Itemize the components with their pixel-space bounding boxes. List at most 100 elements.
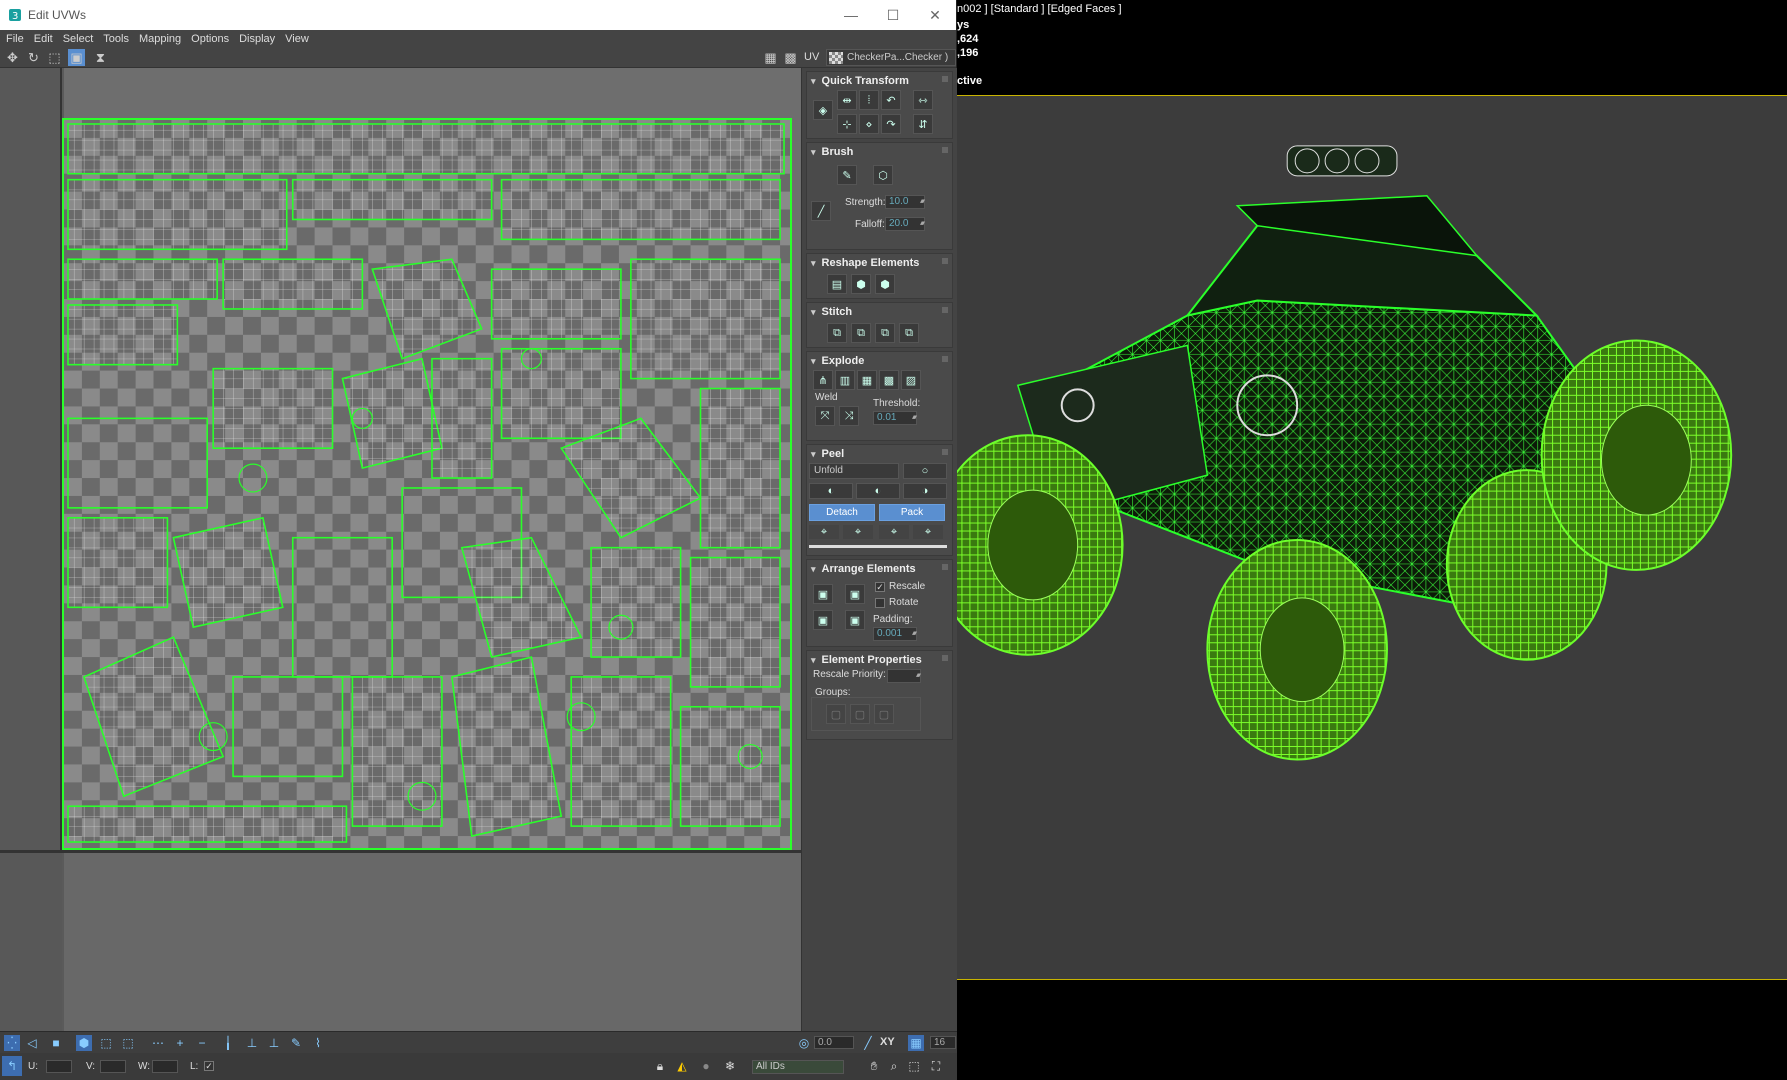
edge-select-icon[interactable]: ◁ (24, 1035, 40, 1051)
menu-edit[interactable]: Edit (34, 33, 53, 45)
move-icon[interactable]: ✥ (4, 49, 21, 66)
menu-file[interactable]: File (6, 33, 24, 45)
quick-peel-icon[interactable]: ◐ (809, 483, 853, 499)
pin-tool-icon[interactable]: ⌖ (809, 525, 839, 539)
polygon-select-icon[interactable]: ■ (48, 1035, 64, 1051)
rotate-icon[interactable]: ↻ (25, 49, 42, 66)
peel-options-icon[interactable]: ○ (903, 463, 947, 479)
ids-dropdown[interactable]: All IDs (752, 1060, 844, 1074)
transform-type-icon[interactable]: ↰ (2, 1056, 22, 1076)
space-vertical-icon[interactable]: ⇵ (913, 114, 933, 134)
reset-peel-icon[interactable]: ◑ (903, 483, 947, 499)
lock-icon[interactable]: 🔒︎ (652, 1058, 668, 1074)
stitch-custom-icon[interactable]: ⧉ (827, 323, 847, 343)
zoom-region-icon[interactable]: ⬚ (906, 1058, 922, 1074)
relax-icon[interactable]: ⬢ (851, 274, 871, 294)
element-select-icon[interactable]: ⬢ (76, 1035, 92, 1051)
weld-selected-icon[interactable]: ⤧ (815, 406, 835, 426)
break-icon[interactable]: ⋔ (813, 370, 833, 390)
pack-normalize-icon[interactable]: ▣ (813, 584, 833, 604)
rotate-checkbox[interactable] (875, 598, 885, 608)
menu-display[interactable]: Display (239, 33, 275, 45)
grid-icon[interactable]: ▦ (908, 1035, 924, 1051)
rescale-elements-icon[interactable]: ▣ (845, 610, 865, 630)
threshold-spinner[interactable]: 0.01 (873, 411, 917, 425)
falloff-spinner[interactable]: 20.0 (885, 217, 925, 231)
paint-move-icon[interactable]: ✎ (837, 165, 857, 185)
rollout-header[interactable]: Brush (807, 143, 952, 161)
rollout-header[interactable]: Stitch (807, 303, 952, 321)
uv-map-canvas[interactable] (62, 118, 792, 850)
rollout-header[interactable]: Explode (807, 352, 952, 370)
maximize-button[interactable]: ☐ (872, 0, 914, 30)
xy-label[interactable]: XY (880, 1036, 895, 1048)
freeze-icon[interactable]: ❄ (722, 1058, 738, 1074)
pack-button[interactable]: Pack (879, 504, 945, 521)
viewport-label[interactable]: n002 ] [Standard ] [Edged Faces ] (957, 3, 1122, 15)
peel-mode-icon[interactable]: ◐ (856, 483, 900, 499)
menu-view[interactable]: View (285, 33, 309, 45)
v-field[interactable] (100, 1060, 126, 1073)
auto-pin-icon[interactable]: ⌖ (879, 525, 909, 539)
zoom-extents-icon[interactable]: ⛶ (928, 1058, 944, 1074)
title-bar[interactable]: 3 Edit UVWs — ☐ ✕ (0, 0, 956, 30)
texture-toggle-icon[interactable]: ▩ (782, 49, 799, 66)
menu-options[interactable]: Options (191, 33, 229, 45)
relax-brush-icon[interactable]: ⬡ (873, 165, 893, 185)
u-field[interactable] (46, 1060, 72, 1073)
soft-select-icon[interactable]: ⌇ (310, 1035, 326, 1051)
pivot-icon[interactable]: ◈ (813, 100, 833, 120)
relax-settings-icon[interactable]: ⬢ (875, 274, 895, 294)
paint-select-icon[interactable]: ⬚ (120, 1035, 136, 1051)
rollout-header[interactable]: Peel (807, 445, 952, 463)
checker-toggle-icon[interactable]: ▦ (762, 49, 779, 66)
show-icon[interactable]: ● (698, 1058, 714, 1074)
grid-size-field[interactable]: 16 (930, 1036, 956, 1049)
explode-by-smoothing-icon[interactable]: ▥ (835, 370, 855, 390)
select-pins-icon[interactable]: ⌖ (913, 525, 943, 539)
padding-spinner[interactable]: 0.001 (873, 627, 917, 641)
align-horizontal-icon[interactable]: ⇹ (837, 90, 857, 110)
snap-icon[interactable]: ⊥ (244, 1035, 260, 1051)
straighten-icon[interactable]: ⋄ (859, 114, 879, 134)
rescale-priority-spinner[interactable] (887, 669, 921, 683)
ungroup-icon[interactable]: ▢ (850, 704, 870, 724)
zoom-icon[interactable]: ⌕ (886, 1058, 902, 1074)
rotate-ccw-icon[interactable]: ↶ (881, 90, 901, 110)
stitch-to-source-icon[interactable]: ⧉ (851, 323, 871, 343)
strength-spinner[interactable]: 10.0 (885, 195, 925, 209)
loop-icon[interactable]: ⋯ (150, 1035, 166, 1051)
rollout-header[interactable]: Reshape Elements (807, 254, 952, 272)
pack-together-icon[interactable]: ▣ (845, 584, 865, 604)
stitch-to-target-icon[interactable]: ⧉ (899, 323, 919, 343)
select-group-icon[interactable]: ▢ (874, 704, 894, 724)
rollout-header[interactable]: Quick Transform (807, 72, 952, 90)
scale-icon[interactable]: ⬚ (46, 49, 63, 66)
l-checkbox[interactable]: ✓ (204, 1061, 214, 1071)
rollout-header[interactable]: Arrange Elements (807, 560, 952, 578)
unpin-tool-icon[interactable]: ⌖ (843, 525, 873, 539)
mirror-icon[interactable]: ⧗ (92, 49, 109, 66)
texture-dropdown[interactable]: CheckerPa...Checker ) (826, 49, 956, 66)
grow-icon[interactable]: + (172, 1035, 188, 1051)
hide-icon[interactable]: ◭ (674, 1058, 690, 1074)
rollout-header[interactable]: Element Properties (807, 651, 952, 669)
rect-select-icon[interactable]: ⬚ (98, 1035, 114, 1051)
shrink-icon[interactable]: − (194, 1035, 210, 1051)
snap-edge-icon[interactable]: ⊥ (266, 1035, 282, 1051)
weld-all-icon[interactable]: ⤨ (839, 406, 859, 426)
flatten-icon[interactable]: ▨ (901, 370, 921, 390)
group-selected-icon[interactable]: ▢ (826, 704, 846, 724)
explode-by-polygon-icon[interactable]: ▩ (879, 370, 899, 390)
rescale-checkbox[interactable]: ✓ (875, 582, 885, 592)
close-button[interactable]: ✕ (914, 0, 956, 30)
align-to-edge-icon[interactable]: ⊹ (837, 114, 857, 134)
peel-method-dropdown[interactable]: Unfold (809, 463, 899, 479)
line-tool-icon[interactable]: ╱ (860, 1035, 876, 1051)
angle-field[interactable]: 0.0 (814, 1036, 854, 1049)
viewport-3d[interactable]: n002 ] [Standard ] [Edged Faces ] ys ,62… (957, 0, 1787, 1080)
minimize-button[interactable]: — (830, 0, 872, 30)
detach-button[interactable]: Detach (809, 504, 875, 521)
menu-mapping[interactable]: Mapping (139, 33, 181, 45)
pan-icon[interactable]: ✋︎ (866, 1058, 882, 1074)
